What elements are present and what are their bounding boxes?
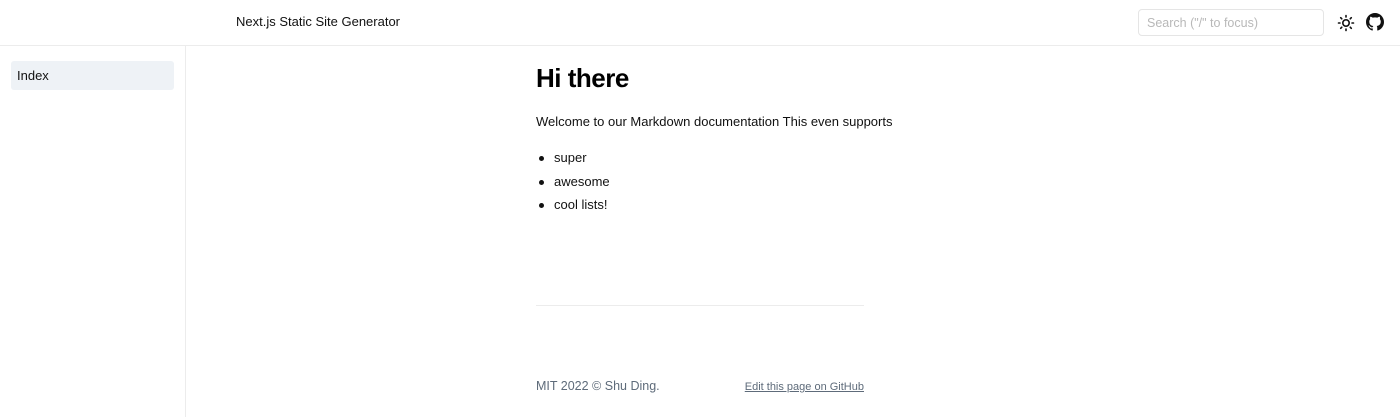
sidebar-item-index[interactable]: Index xyxy=(11,61,174,90)
site-title-link[interactable]: Next.js Static Site Generator xyxy=(236,14,400,29)
feature-list: super awesome cool lists! xyxy=(536,150,610,221)
page-title: Hi there xyxy=(536,63,629,93)
list-item: super xyxy=(536,150,610,174)
list-item: awesome xyxy=(536,174,610,198)
github-icon[interactable] xyxy=(1366,13,1384,31)
top-navbar: Next.js Static Site Generator xyxy=(0,0,1400,46)
sun-icon[interactable] xyxy=(1336,13,1356,33)
intro-paragraph: Welcome to our Markdown documentation Th… xyxy=(536,114,893,129)
footer-copyright: MIT 2022 © Shu Ding. xyxy=(536,379,660,393)
list-item: cool lists! xyxy=(536,197,610,221)
footer-divider xyxy=(536,305,864,306)
search-input[interactable] xyxy=(1138,9,1324,36)
edit-on-github-link[interactable]: Edit this page on GitHub xyxy=(745,381,864,393)
sidebar: Index xyxy=(0,46,186,417)
